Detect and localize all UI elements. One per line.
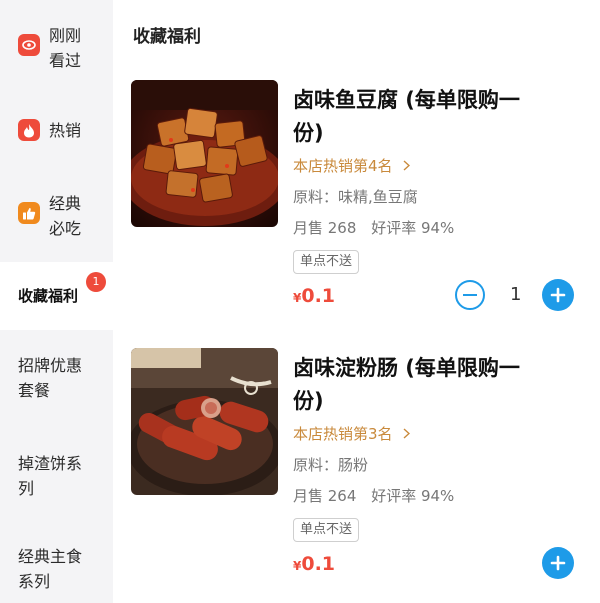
sidebar-item-label: 系列 bbox=[18, 572, 51, 591]
sidebar-item-hot-sales[interactable]: 热销 bbox=[0, 110, 113, 150]
product-card[interactable]: 卤味鱼豆腐 (每单限购一 份) 本店热销第4名 原料：味精,鱼豆腐 月售 268… bbox=[113, 80, 600, 320]
sidebar-item-label: 必吃 bbox=[49, 219, 82, 238]
sidebar-item-classic-must-eat[interactable]: 经典 必吃 bbox=[0, 188, 113, 248]
ingredients: 原料：味精,鱼豆腐 bbox=[293, 188, 418, 206]
product-name[interactable]: 卤味鱼豆腐 (每单限购一 份) bbox=[293, 84, 573, 150]
product-card[interactable]: 卤味淀粉肠 (每单限购一 份) 本店热销第3名 原料：肠粉 月售 264 好评率… bbox=[113, 348, 600, 588]
price-value: 0.1 bbox=[301, 553, 336, 575]
count-badge: 1 bbox=[86, 272, 106, 292]
product-list: 收藏福利 卤味鱼豆腐 (每单限购一 份) 本店热销第4名 原料：味精,鱼豆腐 月… bbox=[113, 0, 600, 603]
not-delivered-alone-tag: 单点不送 bbox=[293, 518, 360, 542]
sidebar-item-classic-staples[interactable]: 经典主食 系列 bbox=[0, 541, 113, 601]
product-image[interactable] bbox=[131, 80, 278, 227]
ingredients: 原料：肠粉 bbox=[293, 456, 369, 474]
product-name-line: 卤味淀粉肠 (每单限购一 bbox=[293, 356, 520, 380]
sidebar-item-label: 看过 bbox=[49, 51, 82, 70]
rating: 好评率 94% bbox=[371, 219, 455, 237]
rating: 好评率 94% bbox=[371, 487, 455, 505]
flame-icon bbox=[18, 119, 40, 141]
monthly-sales: 月售 264 bbox=[293, 487, 357, 505]
sidebar-item-label: 收藏福利 bbox=[18, 287, 79, 305]
sidebar-item-label: 经典主食 bbox=[18, 547, 83, 566]
sidebar-item-favorites-benefits[interactable]: 收藏福利 1 bbox=[0, 262, 113, 330]
chevron-right-icon bbox=[403, 157, 411, 175]
section-title: 收藏福利 bbox=[133, 27, 201, 47]
minus-icon bbox=[463, 294, 477, 296]
increase-quantity-button[interactable] bbox=[542, 547, 574, 579]
eye-icon bbox=[18, 34, 40, 56]
chevron-right-icon bbox=[403, 425, 411, 443]
product-name[interactable]: 卤味淀粉肠 (每单限购一 份) bbox=[293, 352, 573, 418]
sidebar-item-label: 刚刚 bbox=[49, 26, 82, 45]
sidebar-item-label: 掉渣饼系 bbox=[18, 454, 83, 473]
quantity-value: 1 bbox=[510, 284, 522, 305]
sidebar-item-crumb-cake-series[interactable]: 掉渣饼系 列 bbox=[0, 448, 113, 508]
sidebar-item-signature-combo[interactable]: 招牌优惠 套餐 bbox=[0, 350, 113, 410]
decrease-quantity-button[interactable] bbox=[455, 280, 485, 310]
category-sidebar: 刚刚 看过 热销 经典 必吃 收藏福利 1 招牌优惠 套餐 掉渣饼系 列 经典主… bbox=[0, 0, 113, 603]
sidebar-item-label: 列 bbox=[18, 479, 35, 498]
plus-icon bbox=[550, 555, 566, 571]
not-delivered-alone-tag: 单点不送 bbox=[293, 250, 360, 274]
product-name-line: 卤味鱼豆腐 (每单限购一 bbox=[293, 88, 520, 112]
sidebar-divider bbox=[0, 248, 113, 262]
sidebar-item-label: 招牌优惠 bbox=[18, 356, 83, 375]
sidebar-item-label: 经典 bbox=[49, 194, 82, 213]
sidebar-item-label: 热销 bbox=[49, 121, 82, 140]
product-name-line: 份) bbox=[293, 121, 324, 145]
thumbs-up-icon bbox=[18, 202, 40, 224]
sales-and-rating: 月售 268 好评率 94% bbox=[293, 217, 454, 238]
increase-quantity-button[interactable] bbox=[542, 279, 574, 311]
product-name-line: 份) bbox=[293, 389, 324, 413]
sales-rank-link[interactable]: 本店热销第3名 bbox=[293, 423, 411, 444]
monthly-sales: 月售 268 bbox=[293, 219, 357, 237]
sidebar-item-recently-viewed[interactable]: 刚刚 看过 bbox=[0, 20, 113, 80]
product-image[interactable] bbox=[131, 348, 278, 495]
sales-and-rating: 月售 264 好评率 94% bbox=[293, 485, 454, 506]
sales-rank-label: 本店热销第3名 bbox=[293, 425, 393, 443]
sales-rank-link[interactable]: 本店热销第4名 bbox=[293, 155, 411, 176]
price: ¥0.1 bbox=[293, 285, 335, 307]
sales-rank-label: 本店热销第4名 bbox=[293, 157, 393, 175]
sidebar-item-label: 套餐 bbox=[18, 381, 51, 400]
price-value: 0.1 bbox=[301, 285, 336, 307]
plus-icon bbox=[550, 287, 566, 303]
sidebar-divider bbox=[0, 330, 113, 344]
price: ¥0.1 bbox=[293, 553, 335, 575]
